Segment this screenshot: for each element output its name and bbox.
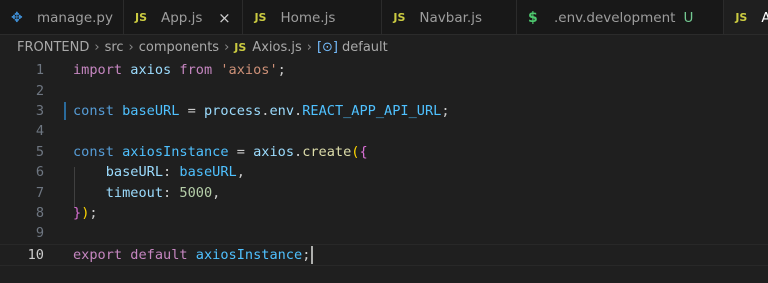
env-icon: $ (527, 9, 538, 26)
editor-tab-bar: ✥ manage.py JS App.js × JS Home.js JS Na… (0, 0, 768, 35)
breadcrumb-item[interactable]: src (105, 40, 124, 55)
line-number: 2 (35, 82, 44, 99)
line-number: 5 (35, 143, 44, 160)
tab-axios-js[interactable]: JS Ax (724, 0, 768, 34)
tab-app-js[interactable]: JS App.js × (123, 0, 244, 34)
line-content: const axiosInstance = axios.create({ (73, 143, 368, 160)
close-icon[interactable]: × (216, 9, 232, 27)
code-line[interactable]: 3 const baseURL = process.env.REACT_APP_… (0, 101, 768, 121)
js-icon: JS (735, 11, 748, 24)
breadcrumb-item[interactable]: Axios.js (252, 40, 301, 55)
tab-label: App.js (160, 9, 203, 26)
tab-label: Navbar.js (419, 9, 482, 26)
line-content: }); (73, 204, 98, 221)
code-line[interactable]: 9 (0, 223, 768, 243)
line-content: timeout: 5000, (105, 184, 221, 201)
line-number: 7 (35, 184, 44, 201)
code-line[interactable]: 6 baseURL: baseURL, (0, 162, 768, 182)
tab-navbar-js[interactable]: JS Navbar.js (382, 0, 517, 34)
code-line[interactable]: 4 (0, 121, 768, 141)
line-number: 4 (35, 123, 44, 140)
chevron-right-icon: › (224, 39, 230, 55)
current-code-line[interactable]: 10 export default axiosInstance; (0, 243, 768, 266)
code-line[interactable]: 8 }); (0, 203, 768, 223)
python-icon: ✥ (11, 9, 23, 26)
symbol-icon: [⊙] (316, 39, 338, 55)
untracked-badge: U (683, 9, 694, 26)
line-number: 3 (35, 102, 44, 119)
breadcrumb: FRONTEND › src › components › JS Axios.j… (0, 36, 768, 58)
line-number: 8 (35, 204, 44, 221)
code-line[interactable]: 7 timeout: 5000, (0, 182, 768, 202)
tab-label: Ax (761, 10, 768, 26)
chevron-right-icon: › (94, 39, 100, 55)
code-line[interactable]: 2 (0, 80, 768, 100)
tab-home-js[interactable]: JS Home.js (243, 0, 383, 34)
tab-label: manage.py (37, 9, 113, 26)
line-content: const baseURL = process.env.REACT_APP_AP… (73, 102, 450, 119)
line-number: 6 (35, 164, 44, 181)
line-number: 10 (27, 246, 44, 263)
breadcrumb-item[interactable]: default (342, 40, 388, 55)
tab-manage-py[interactable]: ✥ manage.py (0, 0, 124, 34)
text-cursor (311, 245, 314, 264)
code-line[interactable]: 1 import axios from 'axios'; (0, 60, 768, 80)
breadcrumb-item[interactable]: FRONTEND (17, 40, 89, 55)
line-number: 1 (35, 62, 44, 79)
tab-env-development[interactable]: $ .env.development U (516, 0, 725, 34)
line-number: 9 (35, 225, 44, 242)
code-line[interactable]: 5 const axiosInstance = axios.create({ (0, 142, 768, 162)
modified-line-indicator[interactable] (64, 101, 66, 120)
tab-label: .env.development (553, 9, 676, 26)
code-editor[interactable]: 1 import axios from 'axios'; 2 3 const b… (0, 58, 768, 283)
js-icon: JS (134, 11, 147, 24)
tab-label: Home.js (280, 9, 336, 26)
chevron-right-icon: › (128, 39, 134, 55)
line-content: export default axiosInstance; (73, 245, 314, 264)
breadcrumb-item[interactable]: components (139, 40, 219, 55)
chevron-right-icon: › (306, 39, 312, 55)
js-icon: JS (254, 11, 267, 24)
line-content: baseURL: baseURL, (105, 164, 245, 181)
js-icon: JS (234, 40, 247, 54)
js-icon: JS (393, 11, 406, 24)
line-content: import axios from 'axios'; (73, 62, 286, 79)
